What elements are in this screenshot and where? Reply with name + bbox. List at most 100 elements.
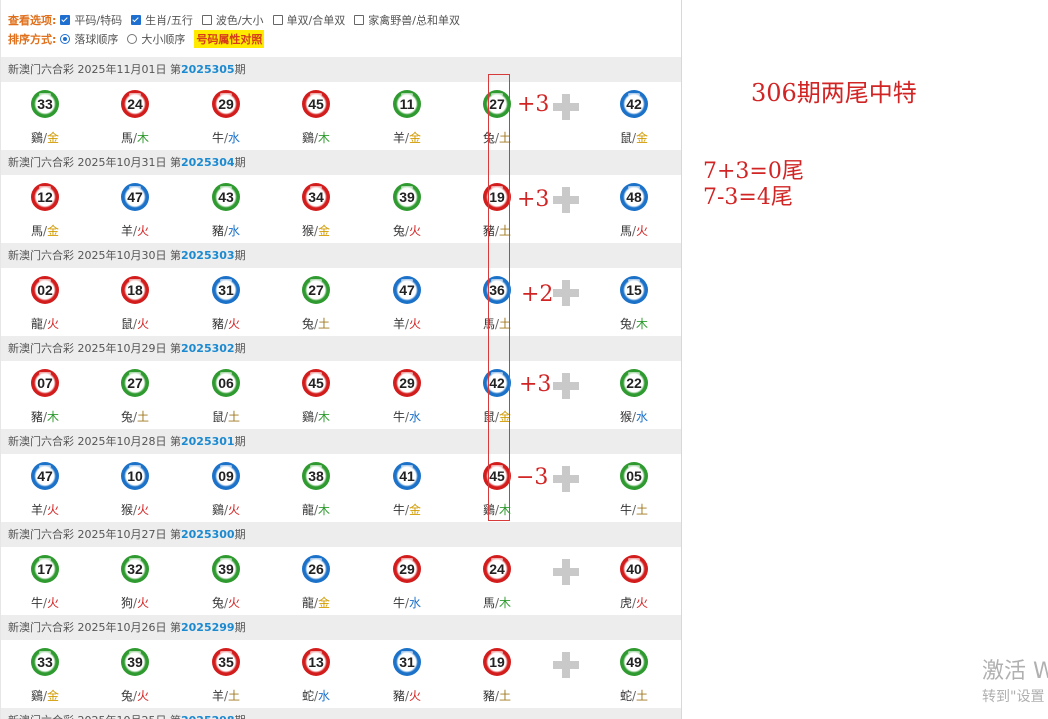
ball-attributes: 鷄/火 [206,501,246,518]
lottery-ball: 13 [302,648,330,676]
view-option-label: 生肖/五行 [145,14,193,27]
ball-cell: 13 蛇/水 [296,640,336,708]
ball-cell: 47 羊/火 [25,454,65,522]
period-number[interactable]: 2025298 [181,714,235,719]
ball-cell: 33 鷄/金 [25,82,65,150]
period-number[interactable]: 2025305 [181,63,235,76]
draw-date: 新澳门六合彩 2025年10月31日 第 [8,156,181,169]
checkbox[interactable] [60,15,71,25]
delta-annotation: +3 [517,187,550,212]
ball-cell: 12 馬/金 [25,175,65,243]
ball-attributes: 兔/火 [206,594,246,611]
period-number[interactable]: 2025302 [181,342,235,355]
zodiac-label: 猴 [619,410,632,424]
draw-row: 12 馬/金 47 羊/火 43 豬/水 34 猴/金 39 兔/火 19 豬/土 48 馬/火 [1,175,681,243]
element-label: 木 [318,410,331,424]
results-panel: 查看选项: 平码/特码 生肖/五行 波色/大小 单双/合单双 家禽野兽/总和单双 排序方… [0,0,682,719]
sort-option[interactable]: 大小顺序 [127,31,185,47]
attribute-compare-button[interactable]: 号码属性对照 [194,30,265,48]
zodiac-label: 鷄 [301,131,314,145]
special-ball-cell: 22 猴/水 [614,361,654,429]
plus-icon [553,187,579,213]
element-label: 木 [318,131,331,145]
ball-cell: 17 牛/火 [25,547,65,615]
ball-attributes: 馬/木 [477,594,517,611]
view-option[interactable]: 平码/特码 [60,12,122,28]
element-label: 土 [137,410,150,424]
draw-header: 新澳门六合彩 2025年11月01日 第2025305期 [1,57,681,82]
ball-attributes: 牛/水 [387,408,427,425]
ball-number: 48 [626,189,642,205]
element-label: 火 [228,503,241,517]
lottery-ball: 49 [620,648,648,676]
radio[interactable] [60,34,71,44]
zodiac-label: 猴 [120,503,133,517]
sort-options-label: 排序方式: [8,33,57,46]
checkbox[interactable] [354,15,365,25]
ball-cell: 39 兔/火 [387,175,427,243]
checkbox[interactable] [272,15,283,25]
draw-date: 新澳门六合彩 2025年10月27日 第 [8,528,181,541]
plus-icon [553,652,579,678]
ball-number: 39 [399,189,415,205]
period-number[interactable]: 2025301 [181,435,235,448]
view-option[interactable]: 生肖/五行 [131,12,193,28]
ball-attributes: 龍/火 [25,315,65,332]
zodiac-label: 牛 [392,596,405,610]
draw-row: 17 牛/火 32 狗/火 39 兔/火 26 龍/金 29 牛/水 24 馬/木 40 虎/火 [1,547,681,615]
ball-attributes: 猴/水 [614,408,654,425]
lottery-ball: 33 [31,648,59,676]
ball-attributes: 羊/金 [387,129,427,146]
period-number[interactable]: 2025304 [181,156,235,169]
draw-header: 新澳门六合彩 2025年10月27日 第2025300期 [1,522,681,547]
lottery-ball: 33 [31,90,59,118]
view-option[interactable]: 单双/合单双 [272,12,345,28]
zodiac-label: 豬 [211,224,224,238]
view-option[interactable]: 家禽野兽/总和单双 [354,12,460,28]
lottery-ball: 41 [393,462,421,490]
zodiac-label: 鷄 [301,410,314,424]
element-label: 木 [137,131,150,145]
ball-cell: 39 兔/火 [115,640,155,708]
ball-number: 38 [308,468,324,484]
period-number[interactable]: 2025299 [181,621,235,634]
special-ball-cell: 05 牛/土 [614,454,654,522]
ball-attributes: 兔/木 [614,315,654,332]
lottery-ball: 43 [212,183,240,211]
ball-attributes: 兔/火 [115,687,155,704]
lottery-ball: 39 [212,555,240,583]
ball-attributes: 豬/水 [206,222,246,239]
watermark-line-1: 激活 W [982,659,1048,684]
element-label: 火 [228,317,241,331]
sort-option-label: 大小顺序 [141,33,186,46]
lottery-ball: 40 [620,555,648,583]
draw-row: 02 龍/火 18 鼠/火 31 豬/火 27 兔/土 47 羊/火 36 馬/土 15 兔/木 [1,268,681,336]
draw-date: 新澳门六合彩 2025年10月28日 第 [8,435,181,448]
period-number[interactable]: 2025300 [181,528,235,541]
checkbox[interactable] [201,15,212,25]
delta-annotation: +3 [517,92,550,117]
element-label: 木 [318,503,331,517]
lottery-ball: 35 [212,648,240,676]
sort-option[interactable]: 落球顺序 [60,31,118,47]
zodiac-label: 鼠 [211,410,224,424]
ball-number: 11 [399,96,415,112]
ball-attributes: 羊/土 [206,687,246,704]
element-label: 火 [137,224,150,238]
checkbox[interactable] [131,15,142,25]
radio[interactable] [127,34,138,44]
special-ball-cell: 49 蛇/土 [614,640,654,708]
ball-number: 12 [37,189,53,205]
zodiac-label: 羊 [30,503,43,517]
ball-number: 18 [127,282,143,298]
zodiac-label: 羊 [211,689,224,703]
ball-attributes: 豬/土 [477,687,517,704]
period-number[interactable]: 2025303 [181,249,235,262]
element-label: 金 [409,131,422,145]
lottery-ball: 24 [483,555,511,583]
view-option[interactable]: 波色/大小 [201,12,264,28]
period-suffix: 期 [234,528,246,541]
plus-icon [553,94,579,120]
element-label: 火 [137,596,150,610]
zodiac-label: 馬 [482,596,495,610]
